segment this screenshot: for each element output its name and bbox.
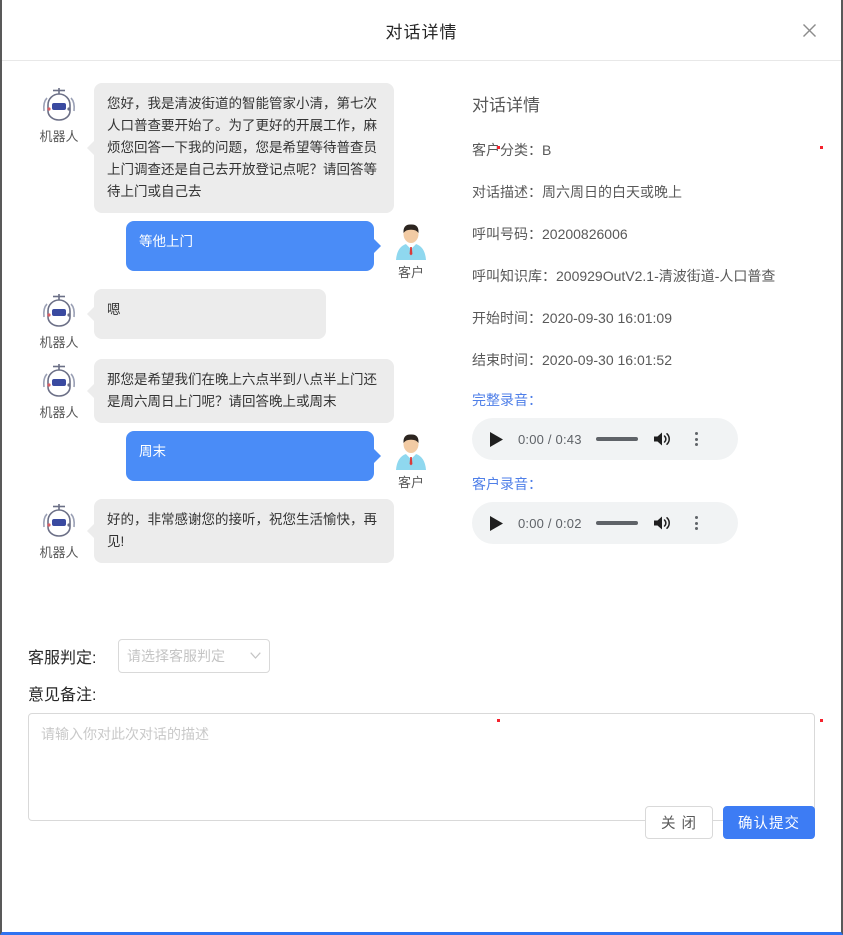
field-label: 客户分类： bbox=[472, 142, 542, 158]
customer-avatar-icon bbox=[396, 224, 426, 260]
robot-avatar-icon bbox=[43, 504, 75, 537]
field-value: B bbox=[542, 142, 552, 158]
more-options-icon[interactable] bbox=[688, 513, 706, 533]
detail-field-customer-category: 客户分类：B bbox=[472, 138, 815, 162]
notes-label: 意见备注: bbox=[28, 687, 97, 704]
judgement-row: 客服判定: 请选择客服判定 bbox=[28, 639, 815, 673]
full-recording-player[interactable]: 0:00 / 0:43 bbox=[472, 418, 738, 460]
avatar: 机器人 bbox=[28, 83, 90, 145]
chat-message: 机器人 嗯 bbox=[28, 289, 442, 351]
notes-textarea[interactable] bbox=[28, 713, 815, 821]
field-value: 200929OutV2.1-清波街道-人口普查 bbox=[556, 268, 776, 284]
message-bubble: 那您是希望我们在晚上六点半到八点半上门还是周六周日上门呢？请回答晚上或周末 bbox=[94, 359, 394, 423]
avatar-label: 机器人 bbox=[39, 545, 79, 560]
avatar: 客户 bbox=[380, 221, 442, 281]
avatar-label: 机器人 bbox=[39, 129, 79, 144]
chat-transcript: 机器人 您好，我是清波街道的智能管家小清，第七次人口普查要开始了。为了更好的开展… bbox=[28, 83, 448, 639]
detail-panel-heading: 对话详情 bbox=[472, 96, 540, 115]
close-icon[interactable] bbox=[795, 16, 823, 44]
play-icon[interactable] bbox=[486, 513, 506, 533]
region-marker-top-right bbox=[820, 146, 823, 149]
field-value: 2020-09-30 16:01:09 bbox=[542, 310, 672, 326]
field-label: 结束时间： bbox=[472, 352, 542, 368]
avatar-label: 机器人 bbox=[39, 335, 79, 350]
avatar: 机器人 bbox=[28, 499, 90, 561]
customer-recording-label[interactable]: 客户录音： bbox=[472, 474, 815, 494]
chat-message: 机器人 您好，我是清波街道的智能管家小清，第七次人口普查要开始了。为了更好的开展… bbox=[28, 83, 442, 213]
chat-message: 机器人 那您是希望我们在晚上六点半到八点半上门还是周六周日上门呢？请回答晚上或周… bbox=[28, 359, 442, 423]
judgement-select[interactable]: 请选择客服判定 bbox=[118, 639, 270, 673]
region-marker-bottom-left bbox=[497, 719, 500, 722]
avatar-label: 客户 bbox=[397, 265, 424, 280]
robot-avatar-icon bbox=[43, 294, 75, 327]
detail-field-conversation-description: 对话描述：周六周日的白天或晚上 bbox=[472, 180, 815, 204]
chat-message: 周末 客户 bbox=[28, 431, 442, 491]
detail-field-end-time: 结束时间：2020-09-30 16:01:52 bbox=[472, 348, 815, 372]
audio-progress-slider[interactable] bbox=[595, 437, 638, 441]
volume-icon[interactable] bbox=[652, 429, 674, 449]
detail-panel: 对话详情 客户分类：B 对话描述：周六周日的白天或晚上 呼叫号码：2020082… bbox=[448, 83, 815, 639]
dialog-header: 对话详情 bbox=[2, 0, 841, 61]
customer-recording-player[interactable]: 0:00 / 0:02 bbox=[472, 502, 738, 544]
avatar: 客户 bbox=[380, 431, 442, 491]
message-bubble: 好的，非常感谢您的接听，祝您生活愉快，再见! bbox=[94, 499, 394, 563]
message-bubble: 等他上门 bbox=[126, 221, 374, 271]
audio-time-display: 0:00 / 0:02 bbox=[518, 515, 582, 531]
field-label: 呼叫号码： bbox=[472, 226, 542, 242]
message-bubble: 您好，我是清波街道的智能管家小清，第七次人口普查要开始了。为了更好的开展工作，麻… bbox=[94, 83, 394, 213]
avatar: 机器人 bbox=[28, 289, 90, 351]
audio-time-display: 0:00 / 0:43 bbox=[518, 431, 582, 447]
close-button[interactable]: 关 闭 bbox=[645, 806, 713, 839]
audio-progress-slider[interactable] bbox=[595, 521, 638, 525]
robot-avatar-icon bbox=[43, 364, 75, 397]
field-label: 开始时间： bbox=[472, 310, 542, 326]
review-form: 客服判定: 请选择客服判定 意见备注: bbox=[2, 639, 841, 821]
chat-message: 机器人 好的，非常感谢您的接听，祝您生活愉快，再见! bbox=[28, 499, 442, 563]
customer-avatar-icon bbox=[396, 434, 426, 470]
region-marker-top-left bbox=[497, 146, 500, 149]
field-label: 对话描述： bbox=[472, 184, 542, 200]
dialog-body: 机器人 您好，我是清波街道的智能管家小清，第七次人口普查要开始了。为了更好的开展… bbox=[2, 61, 841, 865]
more-options-icon[interactable] bbox=[688, 429, 706, 449]
submit-button[interactable]: 确认提交 bbox=[723, 806, 815, 839]
detail-field-start-time: 开始时间：2020-09-30 16:01:09 bbox=[472, 306, 815, 330]
judgement-label: 客服判定: bbox=[28, 650, 97, 667]
conversation-detail-dialog: 对话详情 机器人 您好，我是清波街道的智能管家小清，第七次人口普查要开始了。为了… bbox=[0, 0, 843, 935]
field-value: 2020-09-30 16:01:52 bbox=[542, 352, 672, 368]
robot-avatar-icon bbox=[43, 88, 75, 121]
chevron-down-icon bbox=[250, 651, 261, 662]
detail-field-knowledge-base: 呼叫知识库：200929OutV2.1-清波街道-人口普查 bbox=[472, 264, 815, 288]
detail-field-call-number: 呼叫号码：20200826006 bbox=[472, 222, 815, 246]
play-icon[interactable] bbox=[486, 429, 506, 449]
full-recording-label[interactable]: 完整录音： bbox=[472, 390, 815, 410]
field-value: 20200826006 bbox=[542, 226, 628, 242]
volume-icon[interactable] bbox=[652, 513, 674, 533]
judgement-select-placeholder: 请选择客服判定 bbox=[127, 648, 225, 664]
notes-row: 意见备注: bbox=[28, 681, 815, 705]
region-marker-bottom-right bbox=[820, 719, 823, 722]
avatar-label: 客户 bbox=[397, 475, 424, 490]
dialog-footer: 关 闭 确认提交 bbox=[2, 806, 841, 839]
content-region: 机器人 您好，我是清波街道的智能管家小清，第七次人口普查要开始了。为了更好的开展… bbox=[2, 61, 841, 639]
field-label: 呼叫知识库： bbox=[472, 268, 556, 284]
page-title: 对话详情 bbox=[385, 22, 458, 42]
field-value: 周六周日的白天或晚上 bbox=[542, 184, 682, 200]
avatar: 机器人 bbox=[28, 359, 90, 421]
avatar-label: 机器人 bbox=[39, 405, 79, 420]
chat-message: 等他上门 客户 bbox=[28, 221, 442, 281]
message-bubble: 嗯 bbox=[94, 289, 326, 339]
message-bubble: 周末 bbox=[126, 431, 374, 481]
